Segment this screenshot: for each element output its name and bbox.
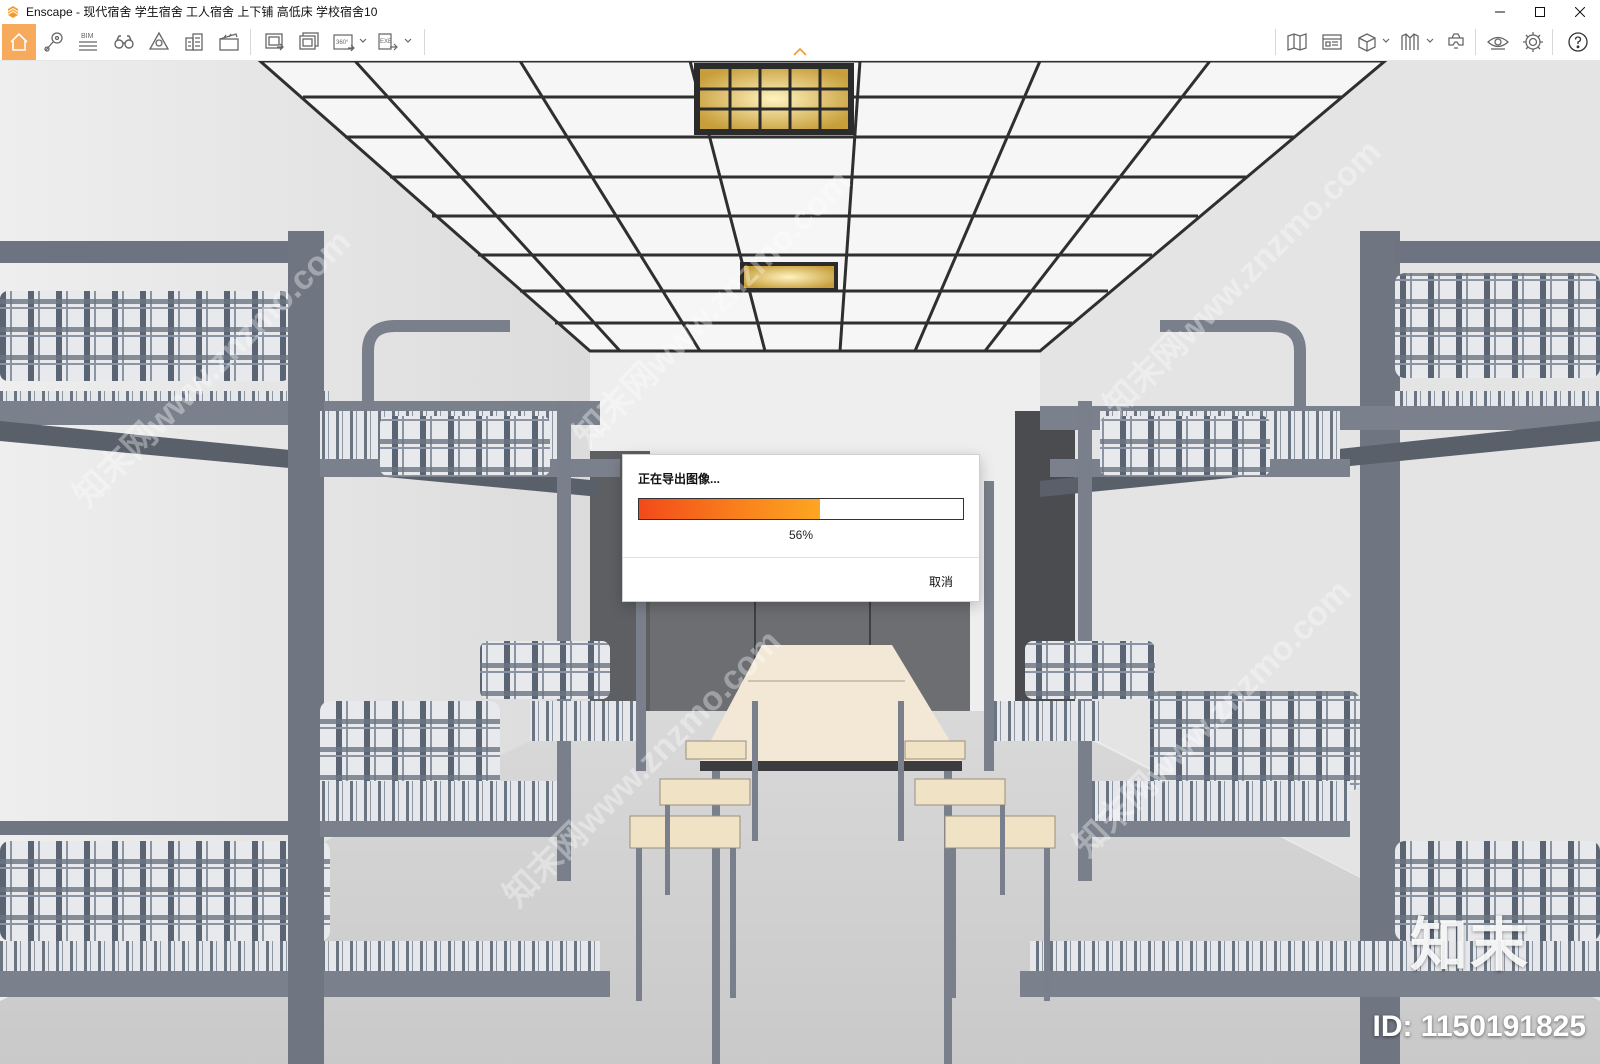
video-editor-button[interactable]	[213, 26, 245, 58]
toolbar: BIM 360° EXE	[0, 23, 1600, 61]
materials-icon	[1401, 33, 1419, 50]
binoculars-button[interactable]	[108, 26, 140, 58]
progress-fill	[639, 499, 821, 519]
clapperboard-icon	[219, 33, 239, 51]
atmosphere-icon	[148, 31, 170, 50]
exe-label: EXE	[380, 39, 392, 45]
panorama-dropdown[interactable]	[358, 36, 368, 46]
help-button[interactable]	[1562, 26, 1594, 58]
materials-dropdown[interactable]	[1425, 36, 1435, 46]
watermark-id: ID: 1150191825	[1372, 1010, 1586, 1043]
settings-button[interactable]	[1517, 26, 1549, 58]
export-dropdown[interactable]	[403, 36, 413, 46]
home-button[interactable]	[2, 24, 36, 60]
render-image-icon	[265, 33, 284, 51]
chevron-down-icon	[1382, 38, 1390, 43]
cancel-button[interactable]: 取消	[929, 573, 953, 590]
toolbar-separator	[1275, 29, 1276, 55]
close-icon	[1575, 6, 1585, 17]
panorama-360-icon: 360°	[333, 34, 355, 52]
close-button[interactable]	[1560, 0, 1600, 23]
building-icon	[185, 33, 203, 51]
window-title: Enscape - 现代宿舍 学生宿舍 工人宿舍 上下铺 高低床 学校宿舍10	[26, 5, 378, 19]
building-button[interactable]	[178, 26, 210, 58]
home-icon	[10, 32, 28, 51]
title-bar: Enscape - 现代宿舍 学生宿舍 工人宿舍 上下铺 高低床 学校宿舍10	[0, 0, 1600, 23]
asset-library-button[interactable]	[1316, 26, 1348, 58]
toolbar-separator	[250, 29, 251, 55]
batch-render-button[interactable]	[294, 26, 326, 58]
bim-label: BIM	[81, 33, 94, 40]
help-icon	[1568, 32, 1588, 52]
maximize-button[interactable]	[1520, 0, 1560, 23]
export-exe-icon: EXE	[378, 33, 398, 51]
location-pin-icon	[44, 32, 63, 52]
materials-button[interactable]	[1395, 26, 1427, 58]
minimize-icon	[1495, 11, 1505, 12]
enscape-logo-icon	[8, 5, 18, 18]
atmosphere-button[interactable]	[143, 26, 175, 58]
visual-settings-icon	[1487, 36, 1509, 50]
settings-gear-icon	[1523, 32, 1543, 52]
batch-render-icon	[299, 32, 319, 50]
bim-icon: BIM	[79, 33, 97, 51]
cube-view-button[interactable]	[1351, 26, 1383, 58]
panorama-button[interactable]: 360°	[328, 26, 360, 58]
asset-library-icon	[1322, 34, 1342, 50]
export-exe-button[interactable]: EXE	[372, 26, 404, 58]
cube-view-dropdown[interactable]	[1381, 36, 1391, 46]
maximize-icon	[1535, 6, 1545, 17]
progress-bar	[638, 498, 964, 520]
cube-view-icon	[1358, 33, 1376, 52]
bim-button[interactable]: BIM	[72, 26, 104, 58]
map-icon	[1287, 33, 1307, 51]
toolbar-separator	[1552, 29, 1553, 55]
chevron-down-icon	[404, 38, 412, 43]
minimize-button[interactable]	[1480, 0, 1520, 23]
export-progress-dialog: 正在导出图像... 56% 取消	[623, 455, 979, 601]
watermark-logo: 知末	[1409, 913, 1530, 978]
chevron-down-icon	[359, 38, 367, 43]
progress-percent: 56%	[788, 528, 814, 542]
visual-settings-button[interactable]	[1482, 26, 1514, 58]
panorama-label: 360°	[336, 40, 349, 46]
collapse-toolbar-icon[interactable]	[792, 47, 808, 57]
binoculars-icon	[114, 35, 134, 49]
chevron-down-icon	[1426, 38, 1434, 43]
views-button[interactable]	[38, 26, 70, 58]
toolbar-separator	[424, 29, 425, 55]
map-button[interactable]	[1281, 26, 1313, 58]
dialog-divider	[623, 557, 979, 558]
render-image-button[interactable]	[259, 26, 291, 58]
vr-headset-icon	[1448, 33, 1464, 49]
toolbar-separator	[1475, 29, 1476, 55]
dialog-title: 正在导出图像...	[638, 472, 721, 486]
vr-headset-button[interactable]	[1440, 26, 1472, 58]
